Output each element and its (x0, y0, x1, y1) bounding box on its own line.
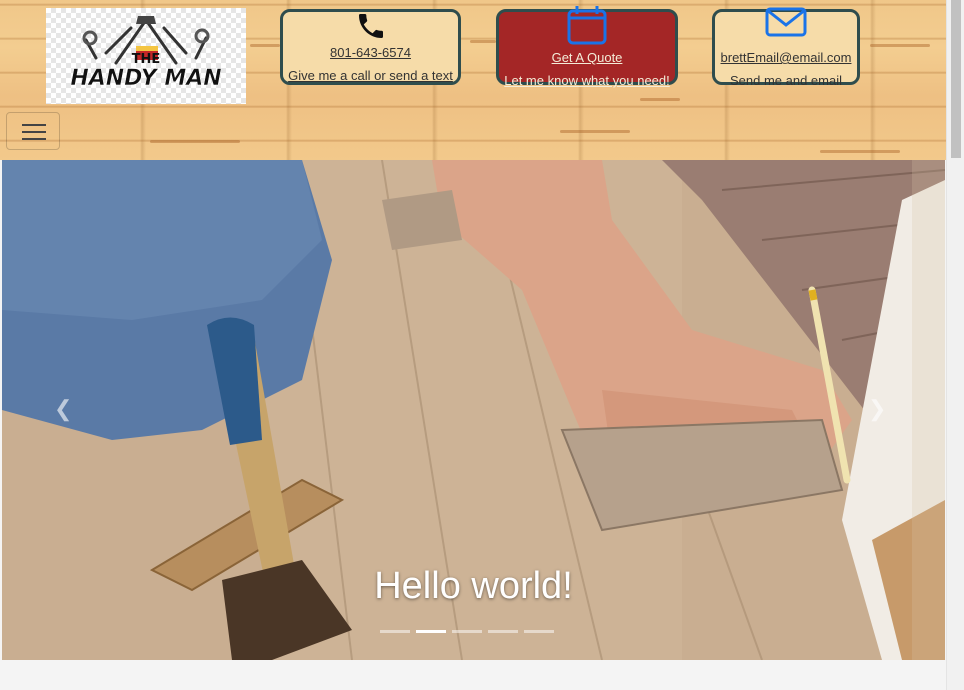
wood-grain (150, 140, 240, 143)
hero-carousel[interactable]: ❮ ❯ Hello world! (2, 160, 945, 660)
wood-grain (470, 40, 496, 43)
navbar-toggler-button[interactable] (6, 112, 60, 150)
page-scrollbar[interactable] (946, 0, 964, 690)
logo-main-text: HANDY MAN (70, 66, 222, 92)
carousel-indicator[interactable] (380, 630, 410, 633)
phone-icon (358, 14, 383, 38)
wood-grain (640, 98, 680, 101)
hamburger-menu-icon (22, 138, 46, 140)
scrollbar-thumb[interactable] (951, 0, 961, 158)
carousel-indicator[interactable] (416, 630, 446, 633)
hamburger-menu-icon (22, 124, 46, 126)
quote-request-link[interactable]: Let me know what you need! (499, 73, 675, 88)
carousel-indicator[interactable] (524, 630, 554, 633)
wood-grain (820, 150, 900, 153)
wood-grain (250, 44, 280, 47)
carousel-indicator[interactable] (488, 630, 518, 633)
get-quote-link[interactable]: Get A Quote (499, 50, 675, 65)
phone-call-link[interactable]: Give me a call or send a text (283, 68, 458, 83)
chevron-left-icon: ❮ (54, 396, 73, 421)
site-header: THE HANDY MAN 801-643-6574 Give me a cal… (0, 0, 946, 160)
chevron-right-icon: ❯ (868, 396, 887, 421)
logo-the-text: THE (131, 52, 161, 67)
email-contact-card[interactable]: brettEmail@email.com Send me and email (712, 7, 860, 88)
carousel-indicator[interactable] (452, 630, 482, 633)
wood-grain (870, 44, 930, 47)
carousel-next-button[interactable]: ❯ (868, 396, 886, 422)
carousel-prev-button[interactable]: ❮ (54, 396, 72, 422)
phone-contact-card[interactable]: 801-643-6574 Give me a call or send a te… (280, 9, 461, 85)
phone-number-link[interactable]: 801-643-6574 (283, 45, 458, 60)
email-caption: Send me and email (729, 73, 842, 88)
carousel-caption: Hello world! (374, 565, 573, 607)
quote-contact-card[interactable]: Get A Quote Let me know what you need! (496, 6, 678, 88)
envelope-icon (765, 7, 807, 37)
hamburger-menu-icon (22, 131, 46, 133)
wood-grain (560, 130, 630, 133)
logo[interactable]: THE HANDY MAN (46, 8, 246, 104)
calendar-icon (567, 6, 607, 45)
email-link[interactable]: brettEmail@email.com (715, 50, 857, 65)
